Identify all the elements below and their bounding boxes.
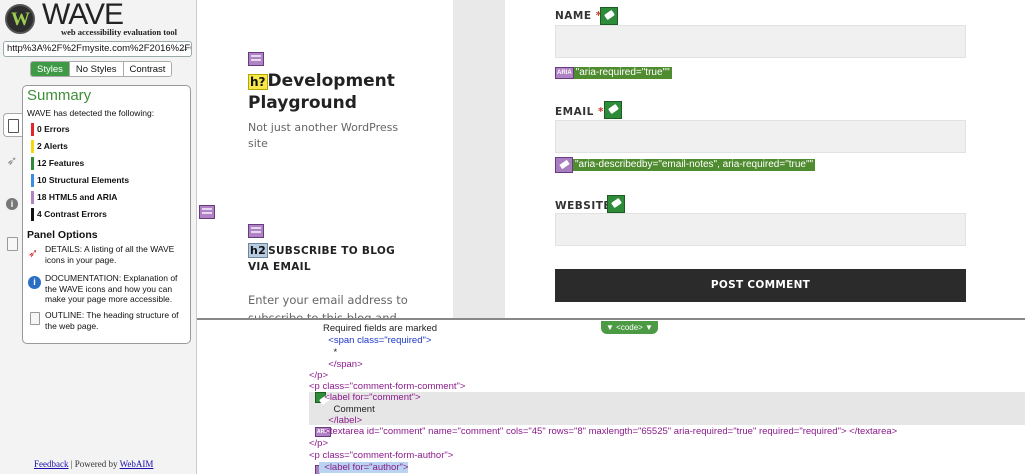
feedback-link[interactable]: Feedback [34,459,68,469]
code-line: <p class="comment-form-comment"> [309,381,466,392]
summary-panel: Summary WAVE has detected the following:… [22,85,191,344]
panel-options-title: Panel Options [27,229,98,241]
structural-bar [31,174,34,187]
website-label: WEBSITE [555,200,612,212]
option-documentation[interactable]: DOCUMENTATION: Explanation of the WAVE i… [45,273,187,305]
site-sidebar-column: h? Development Playground Not just anothe… [197,0,453,318]
features-count[interactable]: 12 Features [31,156,84,170]
summary-subtitle: WAVE has detected the following: [27,108,155,118]
tab-styles[interactable]: Styles [31,62,70,76]
code-line: <label for="author"> [319,462,409,473]
name-aria-annotation: ARIA "aria-required="true"" [555,64,672,82]
features-bar [31,157,34,170]
errors-count[interactable]: 0 Errors [31,122,70,136]
name-label: NAME * [555,10,602,22]
label-feature-icon[interactable] [604,101,622,119]
aria-icon[interactable]: ARIA [555,66,574,79]
code-line: * [323,347,338,358]
code-line: <label for="comment"> [319,392,421,403]
label-feature-icon[interactable] [600,7,618,25]
aria-region-icon[interactable] [248,52,264,66]
contrast-count[interactable]: 4 Contrast Errors [31,207,107,221]
post-comment-button[interactable]: POST COMMENT [555,269,966,302]
webaim-link[interactable]: WebAIM [120,459,154,469]
website-field[interactable] [555,213,966,246]
alerts-bar [31,140,34,153]
footer-links: Feedback | Powered by WebAIM [34,459,154,469]
heading-alert-icon[interactable]: h? [248,74,268,90]
code-line: <textarea id="comment" name="comment" co… [319,426,898,437]
code-line: <p class="comment-form-author"> [309,450,454,461]
outline-icon[interactable] [3,235,21,253]
code-line: </p> [309,438,329,449]
code-line: </p> [309,370,329,381]
outline-icon[interactable] [30,312,40,325]
url-input[interactable]: http%3A%2F%2Fmysite.com%2F2016%2F0 → [3,41,192,57]
code-line: </span> [323,359,363,370]
comment-form: NAME * ARIA "aria-required="true"" EMAIL … [505,0,1025,318]
url-go-icon[interactable]: → [179,42,189,56]
aria-count[interactable]: 18 HTML5 and ARIA [31,190,117,204]
code-line: <span class="required"> [323,335,432,346]
option-details[interactable]: DETAILS: A listing of all the WAVE icons… [45,244,187,265]
email-label: EMAIL * [555,106,605,118]
view-mode-tabs: Styles No Styles Contrast [30,61,173,77]
site-title[interactable]: h? Development Playground [248,70,448,114]
tab-contrast[interactable]: Contrast [123,62,172,76]
code-line: Required fields are marked [323,323,438,334]
name-field[interactable] [555,25,966,58]
summary-title: Summary [27,87,92,104]
subscribe-heading: h2 SUBSCRIBE TO BLOG VIA EMAIL [248,243,395,273]
aria-label-icon[interactable] [555,156,573,173]
details-flag-icon[interactable]: ➶ [3,153,21,171]
name-aria-text: "aria-required="true"" [573,66,672,79]
code-panel: ▼ <code> ▼ Required fields are marked <s… [197,318,1025,474]
documentation-info-icon[interactable] [3,196,21,214]
wave-logo-mark: W [5,4,35,34]
option-outline[interactable]: OUTLINE: The heading structure of the we… [45,310,187,331]
aria-region-icon[interactable] [248,224,264,238]
email-field[interactable] [555,120,966,153]
subscribe-text: Enter your email address to subscribe to… [248,293,408,318]
h2-heading-icon[interactable]: h2 [248,243,269,258]
details-flag-icon[interactable]: ➶ [28,247,41,260]
email-aria-text: "aria-describedby="email-notes", aria-re… [573,158,816,171]
label-feature-icon[interactable] [607,195,625,213]
url-value: http%3A%2F%2Fmysite.com%2F2016%2F0 [7,43,192,54]
page-gutter [453,0,505,318]
alerts-count[interactable]: 2 Alerts [31,139,68,153]
tab-no-styles[interactable]: No Styles [69,62,124,76]
code-line: Comment [323,404,375,415]
email-aria-annotation: "aria-describedby="email-notes", aria-re… [555,156,816,174]
code-toggle-button[interactable]: ▼ <code> ▼ [601,321,658,334]
aria-region-icon[interactable] [199,205,215,219]
wave-logo-tagline: web accessibility evaluation tool [61,27,177,37]
wave-sidebar: W WAVE web accessibility evaluation tool… [0,0,197,474]
summary-icon[interactable] [3,113,23,137]
site-tagline: Not just another WordPress site [248,121,399,150]
contrast-bar [31,208,34,221]
wave-logo[interactable]: W WAVE web accessibility evaluation tool [5,0,195,38]
aria-bar [31,191,34,204]
code-line: </label> [323,415,363,426]
structural-count[interactable]: 10 Structural Elements [31,173,129,187]
errors-bar [31,123,34,136]
info-icon[interactable]: i [28,276,41,289]
